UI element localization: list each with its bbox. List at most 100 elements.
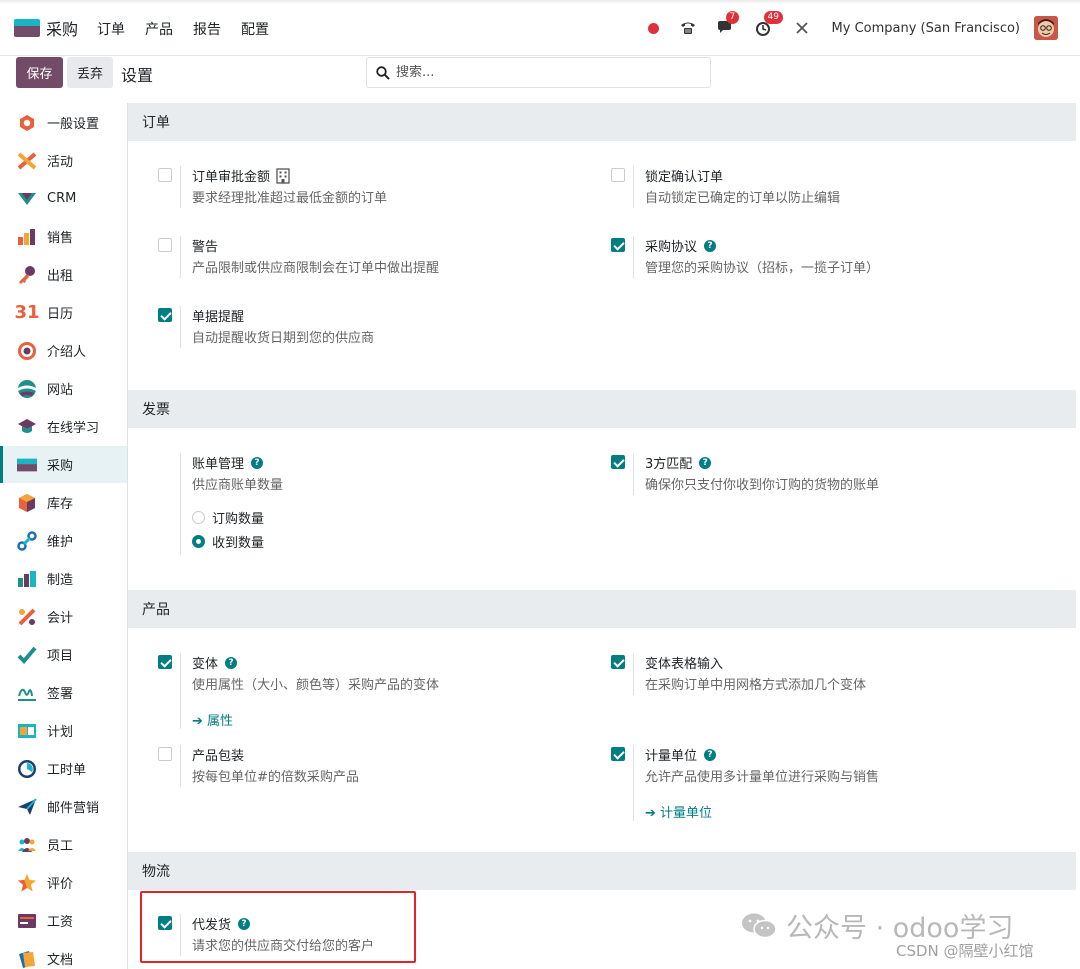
sidebar-item-website[interactable]: 网站 (0, 370, 127, 407)
recording-dot-icon[interactable] (647, 22, 659, 34)
uom-link[interactable]: ➔ 计量单位 (645, 802, 712, 821)
checkbox-units-of-measure[interactable] (611, 747, 625, 761)
sidebar-item-events[interactable]: 活动 (0, 142, 127, 179)
section-header-orders: 订单 (128, 103, 1076, 141)
menu-configuration[interactable]: 配置 (241, 19, 269, 39)
help-icon[interactable]: ? (251, 456, 264, 469)
accounting-icon (17, 607, 37, 627)
sidebar-item-label: 计划 (47, 725, 74, 740)
chat-badge: 7 (725, 11, 740, 24)
sidebar-item-label: 文档 (47, 953, 74, 968)
page-title: 设置 (121, 66, 154, 85)
help-icon[interactable]: ? (699, 456, 712, 469)
radio-label: 收到数量 (212, 536, 265, 551)
setting-description: 允许产品使用多计量单位进行采购与销售 (645, 770, 880, 785)
sidebar-item-maintenance[interactable]: 维护 (0, 522, 127, 559)
search-input[interactable] (396, 65, 696, 80)
sidebar-item-label: 日历 (47, 307, 74, 322)
sidebar-item-label: 在线学习 (47, 421, 100, 436)
sidebar-item-calendar[interactable]: 31 日历 (0, 294, 127, 331)
section-header-products: 产品 (128, 590, 1076, 628)
sidebar-item-elearning[interactable]: 在线学习 (0, 408, 127, 445)
sidebar-item-label: 评价 (47, 877, 74, 892)
discard-button[interactable]: 丢弃 (67, 57, 113, 88)
sidebar-item-general-settings[interactable]: 一般设置 (0, 104, 127, 141)
checkbox-variants[interactable] (158, 655, 172, 669)
debug-tools-icon[interactable] (792, 18, 812, 38)
sidebar-item-label: 签署 (47, 687, 74, 702)
setting-description: 供应商账单数量 (192, 478, 284, 493)
sidebar-item-manufacturing[interactable]: 制造 (0, 560, 127, 597)
sidebar-item-sales[interactable]: 销售 (0, 218, 127, 255)
event-icon (17, 151, 37, 171)
setting-description: 按每包单位#的倍数采购产品 (192, 770, 359, 785)
sidebar-item-purchase[interactable]: 采购 (0, 446, 127, 483)
crm-icon (17, 189, 37, 209)
sidebar-item-label: 介绍人 (47, 345, 87, 360)
sidebar-item-sign[interactable]: 签署 (0, 674, 127, 711)
setting-receipt-reminder: 单据提醒 自动提醒收货日期到您的供应商 (158, 306, 578, 348)
help-icon[interactable]: ? (225, 656, 238, 669)
user-avatar[interactable] (1034, 16, 1058, 40)
setting-warnings: 警告 产品限制或供应商限制会在订单中做出提醒 (158, 236, 578, 278)
help-icon[interactable]: ? (704, 239, 717, 252)
systray: 7 49 My Company (San Francisco) (647, 11, 1058, 42)
attributes-link[interactable]: ➔ 属性 (192, 710, 233, 729)
chat-icon[interactable]: 7 (716, 11, 740, 38)
checkbox-three-way-match[interactable] (611, 455, 625, 469)
setting-label: 单据提醒 (192, 310, 245, 325)
sidebar-item-label: 库存 (47, 497, 74, 512)
section-header-invoicing: 发票 (128, 390, 1076, 428)
sidebar-item-inventory[interactable]: 库存 (0, 484, 127, 521)
activity-badge: 49 (763, 11, 783, 24)
sidebar-item-accounting[interactable]: 会计 (0, 598, 127, 635)
email-marketing-icon (17, 797, 37, 817)
sidebar-item-label: 会计 (47, 611, 74, 626)
checkbox-lock-confirmed[interactable] (611, 168, 625, 182)
radio-button[interactable] (192, 535, 205, 548)
help-icon[interactable]: ? (704, 748, 717, 761)
checkbox-product-packaging[interactable] (158, 747, 172, 761)
app-brand[interactable]: 采购 (14, 17, 78, 39)
setting-label: 警告 (192, 240, 219, 255)
setting-label: 变体 (192, 657, 219, 672)
sidebar-item-payroll[interactable]: 工资 (0, 902, 127, 939)
checkbox-order-approval[interactable] (158, 168, 172, 182)
sidebar-item-planning[interactable]: 计划 (0, 712, 127, 749)
search-icon (376, 65, 390, 80)
highlight-box (140, 891, 416, 963)
menu-orders[interactable]: 订单 (97, 19, 125, 39)
radio-button[interactable] (192, 511, 205, 524)
sidebar-item-email-marketing[interactable]: 邮件营销 (0, 788, 127, 825)
checkbox-purchase-agreements[interactable] (611, 238, 625, 252)
setting-lock-confirmed: 锁定确认订单 自动锁定已确定的订单以防止编辑 (611, 166, 1031, 208)
setting-description: 自动锁定已确定的订单以防止编辑 (645, 191, 841, 206)
sidebar-item-timesheet[interactable]: 工时单 (0, 750, 127, 787)
menu-products[interactable]: 产品 (145, 19, 173, 39)
radio-received-quantities[interactable]: 收到数量 (192, 532, 264, 551)
setting-description: 产品限制或供应商限制会在订单中做出提醒 (192, 261, 440, 276)
section-header-logistics: 物流 (128, 852, 1076, 890)
app-name: 采购 (46, 20, 79, 39)
menu-reporting[interactable]: 报告 (193, 19, 221, 39)
company-switcher[interactable]: My Company (San Francisco) (832, 21, 1020, 36)
phone-icon[interactable] (678, 18, 698, 38)
activity-clock-icon[interactable]: 49 (754, 11, 783, 38)
save-button[interactable]: 保存 (16, 57, 63, 88)
sidebar-item-appraisal[interactable]: 评价 (0, 864, 127, 901)
setting-order-approval: 订单审批金额 要求经理批准超过最低金额的订单 (158, 166, 578, 208)
inventory-icon (17, 493, 37, 513)
rental-icon (17, 265, 37, 285)
sidebar-item-employees[interactable]: 员工 (0, 826, 127, 863)
sidebar-item-rental[interactable]: 出租 (0, 256, 127, 293)
checkbox-variant-grid[interactable] (611, 655, 625, 669)
sidebar-item-referral[interactable]: 介绍人 (0, 332, 127, 369)
sidebar-item-documents[interactable]: 文档 (0, 940, 127, 969)
radio-ordered-quantities[interactable]: 订购数量 (192, 508, 264, 527)
calendar-icon: 31 (14, 302, 40, 323)
planning-icon (17, 721, 37, 741)
checkbox-receipt-reminder[interactable] (158, 308, 172, 322)
sidebar-item-crm[interactable]: CRM (0, 180, 127, 217)
checkbox-warnings[interactable] (158, 238, 172, 252)
sidebar-item-project[interactable]: 项目 (0, 636, 127, 673)
